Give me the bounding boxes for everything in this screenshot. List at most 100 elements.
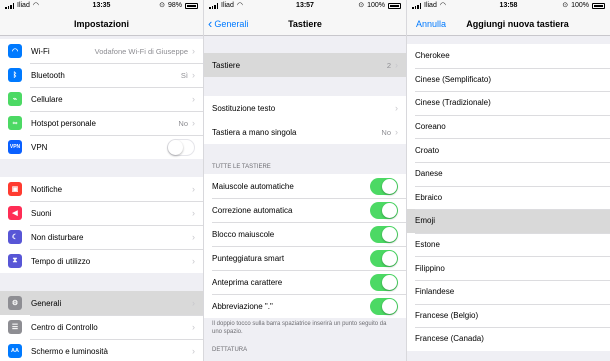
- language-item[interactable]: Croato: [407, 138, 610, 162]
- battery-icon: [592, 3, 605, 9]
- settings-row-generali[interactable]: ⚙ Generali ›: [0, 291, 203, 315]
- settings-row-notifiche[interactable]: ▣ Notifiche ›: [0, 177, 203, 201]
- language-item[interactable]: Cherokee: [407, 44, 610, 68]
- language-label: Danese: [415, 169, 443, 179]
- chevron-right-icon: ›: [192, 298, 195, 308]
- chevron-right-icon: ›: [192, 118, 195, 128]
- settings-row-bluetooth[interactable]: ᛒ Bluetooth Sì ›: [0, 63, 203, 87]
- language-label: Croato: [415, 145, 440, 155]
- row-label: Notifiche: [31, 184, 63, 194]
- signal-icon: [209, 3, 218, 9]
- language-label: Cinese (Tradizionale): [415, 98, 491, 108]
- settings-panel: Iliad ◠ 13:35 ⊙ 98% Impostazioni ◠ Wi-Fi Vod…: [0, 0, 203, 361]
- lock-rotation-icon: ⊙: [562, 2, 569, 9]
- row-label: Tempo di utilizzo: [31, 256, 91, 266]
- language-item[interactable]: Ebraico: [407, 185, 610, 210]
- language-item[interactable]: Coreano: [407, 114, 610, 139]
- language-item[interactable]: Cinese (Semplificato): [407, 67, 610, 92]
- antenna-icon: ⌁: [8, 92, 22, 106]
- language-label: Francese (Belgio): [415, 310, 479, 320]
- keyboard-setting-row: Abbreviazione ".": [204, 294, 406, 318]
- language-label: Francese (Canada): [415, 334, 484, 344]
- divider: [415, 138, 610, 140]
- settings-row-centro-di-controllo[interactable]: ☰ Centro di Controllo ›: [0, 315, 203, 339]
- cancel-button[interactable]: Annulla: [416, 12, 446, 36]
- lock-rotation-icon: ⊙: [358, 2, 365, 9]
- setting-toggle[interactable]: [370, 273, 398, 291]
- settings-row-cellulare[interactable]: ⌁ Cellulare ›: [0, 87, 203, 111]
- wifi-status-icon: ◠: [32, 2, 39, 9]
- divider: [212, 246, 406, 247]
- language-label: Filippino: [415, 263, 445, 273]
- divider: [30, 63, 203, 64]
- settings-row-vpn[interactable]: VPN VPN: [0, 135, 203, 159]
- section-footer: Il doppio tocco sulla barra spaziatrice …: [212, 321, 387, 335]
- nav-bar: ‹ Generali Tastiere: [204, 12, 406, 36]
- lock-rotation-icon: ⊙: [159, 2, 165, 9]
- divider: [415, 303, 610, 305]
- language-item[interactable]: Estone: [407, 232, 610, 257]
- chevron-right-icon: ›: [395, 127, 398, 137]
- settings-row-tempo-di-utilizzo[interactable]: ⧗ Tempo di utilizzo ›: [0, 249, 203, 273]
- wifi-icon: ◠: [8, 44, 22, 58]
- settings-row-hotspot-personale[interactable]: ∞ Hotspot personale No ›: [0, 111, 203, 135]
- settings-row-wi-fi[interactable]: ◠ Wi-Fi Vodafone Wi-Fi di Giuseppe ›: [0, 39, 203, 63]
- signal-icon: [5, 3, 14, 9]
- setting-toggle[interactable]: [370, 297, 398, 315]
- language-label: Cherokee: [415, 51, 450, 61]
- control-center-icon: ☰: [8, 320, 22, 334]
- language-item[interactable]: Francese (Belgio): [407, 303, 610, 328]
- row-label: Tastiere: [212, 60, 241, 70]
- language-label: Coreano: [415, 122, 446, 132]
- back-button[interactable]: ‹ Generali: [208, 12, 248, 36]
- language-item[interactable]: Emoji: [407, 209, 610, 233]
- language-label: Emoji: [415, 216, 436, 226]
- signal-icon: [412, 3, 421, 9]
- divider: [212, 270, 406, 271]
- battery-icon: [185, 3, 198, 9]
- row-value: No: [381, 127, 391, 137]
- chevron-right-icon: ›: [192, 256, 195, 266]
- chevron-right-icon: ›: [192, 94, 195, 104]
- setting-toggle[interactable]: [370, 225, 398, 243]
- one-handed-keyboard-row[interactable]: Tastiera a mano singola No ›: [204, 120, 406, 144]
- speaker-icon: ◀: [8, 206, 22, 220]
- row-label: Bluetooth: [31, 70, 65, 80]
- settings-row-non-disturbare[interactable]: ☾ Non disturbare ›: [0, 225, 203, 249]
- language-item[interactable]: Filippino: [407, 256, 610, 280]
- setting-toggle[interactable]: [370, 177, 398, 195]
- vpn-toggle[interactable]: [167, 138, 195, 156]
- setting-toggle[interactable]: [370, 201, 398, 219]
- row-label: Wi-Fi: [31, 46, 50, 56]
- divider: [212, 294, 406, 295]
- gear-icon: ⚙: [8, 296, 22, 310]
- page-title: Tastiere: [288, 18, 322, 29]
- language-item[interactable]: Cinese (Tradizionale): [407, 91, 610, 115]
- keyboard-setting-row: Punteggiatura smart: [204, 246, 406, 270]
- text-replacement-row[interactable]: Sostituzione testo ›: [204, 96, 406, 120]
- keyboards-row[interactable]: Tastiere 2 ›: [204, 53, 406, 77]
- setting-toggle[interactable]: [370, 249, 398, 267]
- hotspot-icon: ∞: [8, 116, 22, 130]
- language-item[interactable]: Francese (Canada): [407, 327, 610, 351]
- hourglass-icon: ⧗: [8, 254, 22, 268]
- row-label: Abbreviazione ".": [212, 301, 273, 311]
- nav-bar: Annulla Aggiungi nuova tastiera: [407, 12, 610, 36]
- language-item[interactable]: Danese: [407, 162, 610, 186]
- divider: [415, 280, 610, 281]
- row-label: Correzione automatica: [212, 205, 293, 215]
- row-label: VPN: [31, 142, 48, 152]
- settings-row-suoni[interactable]: ◀ Suoni ›: [0, 201, 203, 225]
- back-label: Generali: [214, 19, 249, 29]
- language-item[interactable]: Finlandese: [407, 280, 610, 304]
- language-label: Finlandese: [415, 287, 455, 297]
- divider: [415, 185, 610, 187]
- row-label: Anteprima carattere: [212, 277, 283, 287]
- divider: [415, 114, 610, 116]
- chevron-right-icon: ›: [192, 208, 195, 218]
- status-bar: Iliad ◠ 13:58 ⊙ 100%: [407, 0, 610, 12]
- row-label: Generali: [31, 298, 62, 308]
- row-label: Suoni: [31, 208, 52, 218]
- battery-percent: 100%: [571, 2, 589, 9]
- settings-row-schermo-e-luminosit-[interactable]: AA Schermo e luminosità ›: [0, 339, 203, 361]
